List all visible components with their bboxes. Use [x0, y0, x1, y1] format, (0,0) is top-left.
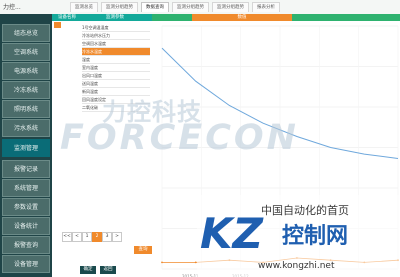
bottom-button-1[interactable]: 确定: [80, 266, 96, 274]
tree-row-1[interactable]: 1号空调温湿度: [82, 24, 150, 32]
sidebar-item-7[interactable]: 监测管理: [2, 139, 50, 157]
pager-prev-button[interactable]: <: [72, 232, 82, 242]
app-title: 力控...: [3, 4, 21, 11]
tab-5[interactable]: 监测分组趋势: [212, 2, 249, 12]
tree-row-7[interactable]: 出风口温度: [82, 72, 150, 80]
tree-row-6[interactable]: 室内温度: [82, 64, 150, 72]
tree-header: 设备名称 监测参数: [52, 14, 152, 21]
pager-next-button[interactable]: >: [112, 232, 122, 242]
tab-bar: 监测总览 监测分组趋势 数据查询 监测分组趋势 监测分组趋势 报表分析: [70, 2, 280, 12]
watermark-en: FORCECON: [60, 118, 299, 158]
sidebar-item-10[interactable]: 参数设置: [2, 198, 50, 216]
pager-page-1[interactable]: 1: [82, 232, 92, 242]
sidebar-item-1[interactable]: 组态总览: [2, 24, 50, 42]
sidebar-item-5[interactable]: 照明系统: [2, 100, 50, 118]
tab-4[interactable]: 监测分组趋势: [172, 2, 209, 12]
tree-header-col2: 监测参数: [106, 15, 124, 20]
tab-2[interactable]: 监测分组趋势: [101, 2, 138, 12]
corner-logo-mark: KZ: [200, 209, 263, 258]
sidebar-item-2[interactable]: 空调系统: [2, 43, 50, 61]
tree-row-3[interactable]: 空调回水温度: [82, 40, 150, 48]
tab-6[interactable]: 报表分析: [252, 2, 280, 12]
tree-header-col1: 设备名称: [58, 15, 76, 20]
query-button[interactable]: 查询: [134, 246, 152, 254]
tree-expand-icon[interactable]: [54, 22, 61, 28]
pager-page-3[interactable]: 3: [102, 232, 112, 242]
tree-row-8[interactable]: 送风温度: [82, 80, 150, 88]
corner-logo-title: 中国自动化的首页: [261, 204, 349, 217]
tree-row-5[interactable]: 湿度: [82, 56, 150, 64]
app-window: { "app": { "title": "力控..." }, "tabs": […: [0, 0, 400, 277]
tab-1[interactable]: 监测总览: [70, 2, 98, 12]
top-bar: 力控... 监测总览 监测分组趋势 数据查询 监测分组趋势 监测分组趋势 报表分…: [0, 0, 400, 15]
left-sidebar: 组态总览 空调系统 电源系统 冷冻系统 照明系统 污水系统 监测管理 报警记录 …: [0, 14, 52, 277]
sidebar-item-4[interactable]: 冷冻系统: [2, 81, 50, 99]
corner-logo-text: 控制网: [282, 224, 349, 249]
tree-row-2[interactable]: 冷冻站供水压力: [82, 32, 150, 40]
corner-logo-url: www.kongzhi.net: [258, 261, 335, 271]
sidebar-item-6[interactable]: 污水系统: [2, 119, 50, 137]
pager-first-button[interactable]: <<: [62, 232, 72, 242]
pager-page-2[interactable]: 2: [92, 232, 102, 242]
sidebar-item-9[interactable]: 系统管理: [2, 179, 50, 197]
sidebar-item-13[interactable]: 设备管理: [2, 255, 50, 273]
sidebar-item-12[interactable]: 报警查询: [2, 236, 50, 254]
tree-row-4[interactable]: 冷冻水温度: [82, 48, 150, 56]
sidebar-item-11[interactable]: 设备统计: [2, 217, 50, 235]
sidebar-item-3[interactable]: 电源系统: [2, 62, 50, 80]
tab-3[interactable]: 数据查询: [141, 2, 169, 12]
bottom-button-2[interactable]: 返回: [100, 266, 116, 274]
sidebar-item-8[interactable]: 报警记录: [2, 160, 50, 178]
series-2-point: [161, 261, 163, 264]
pager: << < 1 2 3 >: [62, 232, 152, 242]
